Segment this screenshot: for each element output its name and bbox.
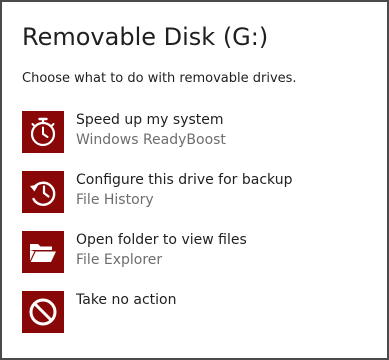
option-subtitle: File Explorer xyxy=(76,252,163,268)
no-action-icon xyxy=(22,291,64,333)
dialog-prompt: Choose what to do with removable drives. xyxy=(22,71,297,86)
option-subtitle: File History xyxy=(76,192,154,208)
option-subtitle: Windows ReadyBoost xyxy=(76,132,226,148)
option-backup[interactable]: Configure this drive for backup File His… xyxy=(22,171,367,213)
open-folder-icon xyxy=(22,231,64,273)
option-title: Configure this drive for backup xyxy=(76,172,293,188)
option-speed-up[interactable]: Speed up my system Windows ReadyBoost xyxy=(22,111,367,153)
option-no-action[interactable]: Take no action xyxy=(22,291,367,333)
history-icon xyxy=(22,171,64,213)
stopwatch-icon xyxy=(22,111,64,153)
dialog-title: Removable Disk (G:) xyxy=(22,23,269,51)
option-title: Speed up my system xyxy=(76,112,224,128)
option-title: Take no action xyxy=(76,292,177,308)
option-open-folder[interactable]: Open folder to view files File Explorer xyxy=(22,231,367,273)
option-title: Open folder to view files xyxy=(76,232,247,248)
autoplay-dialog: Removable Disk (G:) Choose what to do wi… xyxy=(0,0,389,360)
